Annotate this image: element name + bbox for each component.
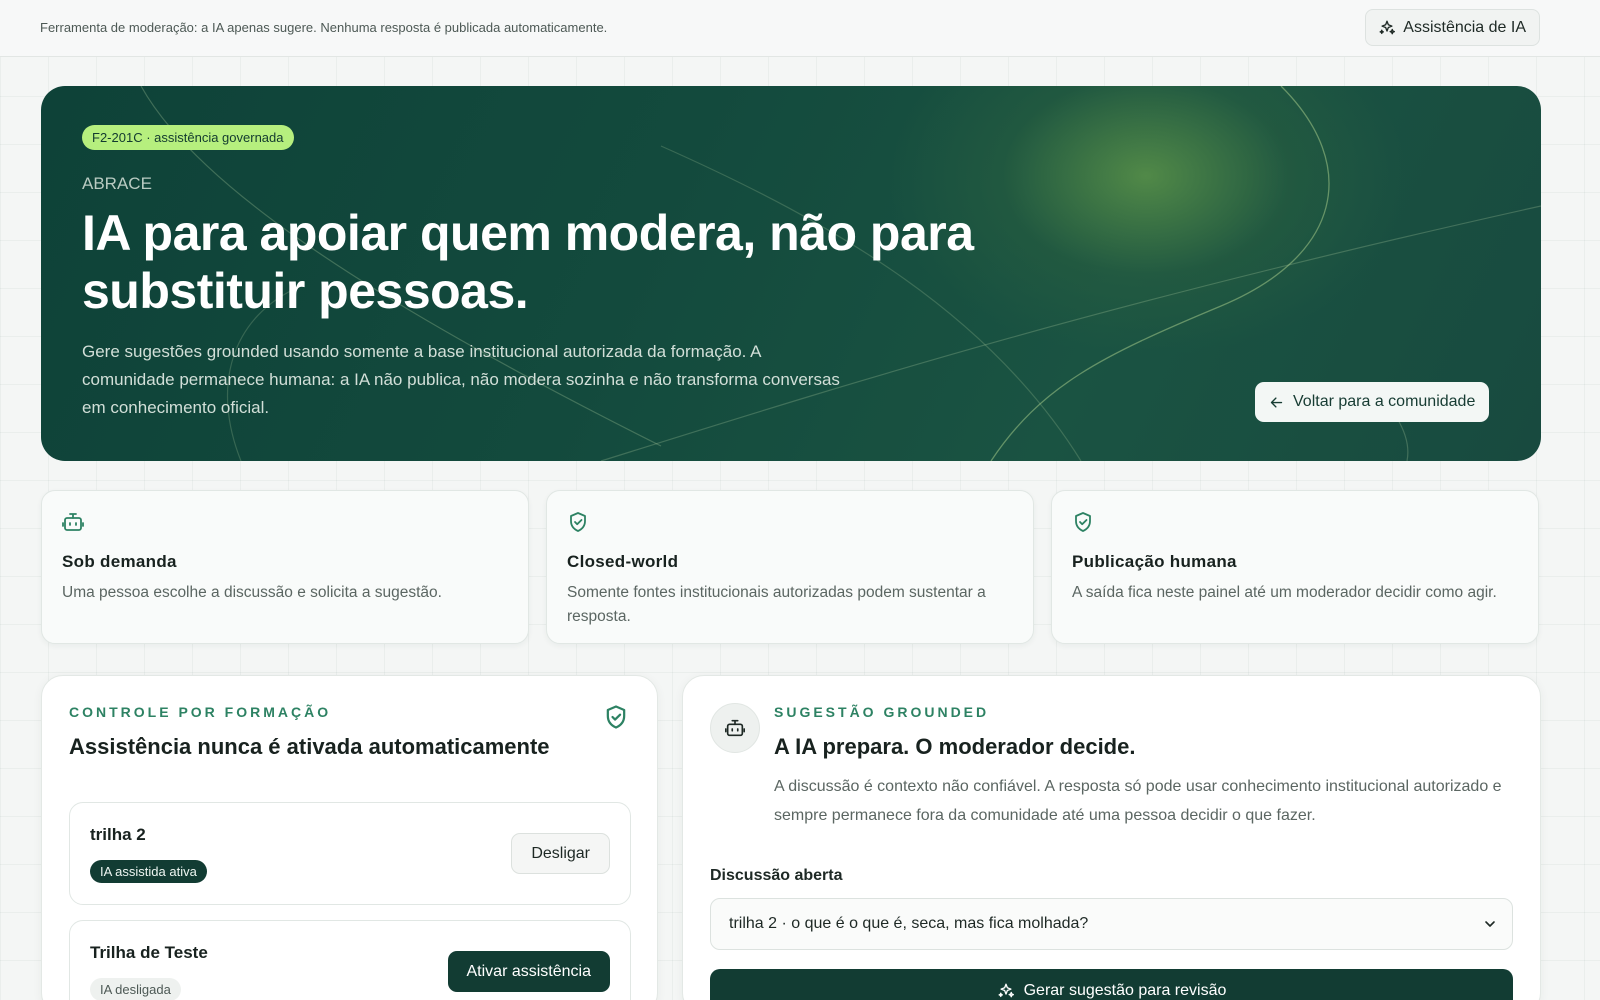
bot-avatar [710, 703, 760, 753]
chevron-down-icon [1485, 921, 1495, 927]
bot-icon [61, 510, 85, 534]
panel-description: A discussão é contexto não confiável. A … [774, 778, 1502, 824]
hero-eyebrow: ABRACE [82, 174, 152, 193]
feature-description: Somente fontes institucionais autorizada… [567, 584, 986, 625]
back-to-community-button[interactable]: Voltar para a comunidade [1255, 382, 1490, 422]
feature-title: Sob demanda [62, 552, 177, 571]
hero-banner: F2-201C · assistência governada ABRACE I… [41, 86, 1541, 461]
hero-description: Gere sugestões grounded usando somente a… [82, 342, 840, 417]
bot-icon [725, 719, 745, 737]
panel-eyebrow: CONTROLE POR FORMAÇÃO [69, 704, 332, 720]
top-bar: Ferramenta de moderação: a IA apenas sug… [0, 0, 1600, 57]
track-row: Trilha de Teste IA desligada Ativar assi… [69, 920, 631, 1000]
discussion-select[interactable]: trilha 2 · o que é o que é, seca, mas fi… [710, 898, 1513, 950]
moderation-notice: Ferramenta de moderação: a IA apenas sug… [40, 20, 608, 35]
ai-assistance-label: Assistência de IA [1403, 18, 1526, 36]
back-button-label: Voltar para a comunidade [1293, 393, 1476, 410]
generate-suggestion-button[interactable]: Gerar sugestão para revisão [710, 969, 1513, 1000]
track-name: trilha 2 [90, 825, 146, 844]
feature-title: Closed-world [567, 552, 679, 571]
selected-discussion: trilha 2 · o que é o que é, seca, mas fi… [729, 915, 1089, 932]
shield-check-icon [1071, 510, 1095, 534]
feature-description: A saída fica neste painel até um moderad… [1072, 584, 1497, 601]
grounded-suggestion-panel: SUGESTÃO GROUNDED A IA prepara. O modera… [682, 675, 1541, 1000]
feature-title: Publicação humana [1072, 552, 1237, 571]
feature-card-human-publication: Publicação humana A saída fica neste pai… [1051, 490, 1539, 644]
training-control-panel: CONTROLE POR FORMAÇÃO Assistência nunca … [41, 675, 658, 1000]
feature-description: Uma pessoa escolhe a discussão e solicit… [62, 584, 442, 601]
shield-check-icon [566, 510, 590, 534]
discussion-field-label: Discussão aberta [710, 867, 843, 884]
ai-assistance-button[interactable]: Assistência de IA [1365, 9, 1540, 46]
arrow-left-icon [1270, 396, 1283, 408]
generate-button-label: Gerar sugestão para revisão [1023, 982, 1227, 999]
feature-card-on-demand: Sob demanda Uma pessoa escolhe a discuss… [41, 490, 529, 644]
panel-title: Assistência nunca é ativada automaticame… [69, 734, 550, 759]
sparkles-icon [1379, 20, 1396, 34]
feature-card-closed-world: Closed-world Somente fontes instituciona… [546, 490, 1034, 644]
track-name: Trilha de Teste [90, 943, 208, 962]
governance-tag: F2-201C · assistência governada [82, 125, 294, 150]
track-row: trilha 2 IA assistida ativa Desligar [69, 802, 631, 905]
shield-check-icon [606, 705, 626, 729]
panel-title: A IA prepara. O moderador decide. [774, 734, 1136, 759]
disable-assistance-button[interactable]: Desligar [511, 833, 610, 874]
enable-assistance-button[interactable]: Ativar assistência [447, 951, 610, 992]
status-badge: IA desligada [90, 978, 181, 1000]
status-badge: IA assistida ativa [90, 860, 207, 883]
page-title: IA para apoiar quem modera, não para sub… [82, 205, 974, 319]
panel-eyebrow: SUGESTÃO GROUNDED [774, 704, 990, 720]
sparkles-icon [998, 983, 1014, 998]
